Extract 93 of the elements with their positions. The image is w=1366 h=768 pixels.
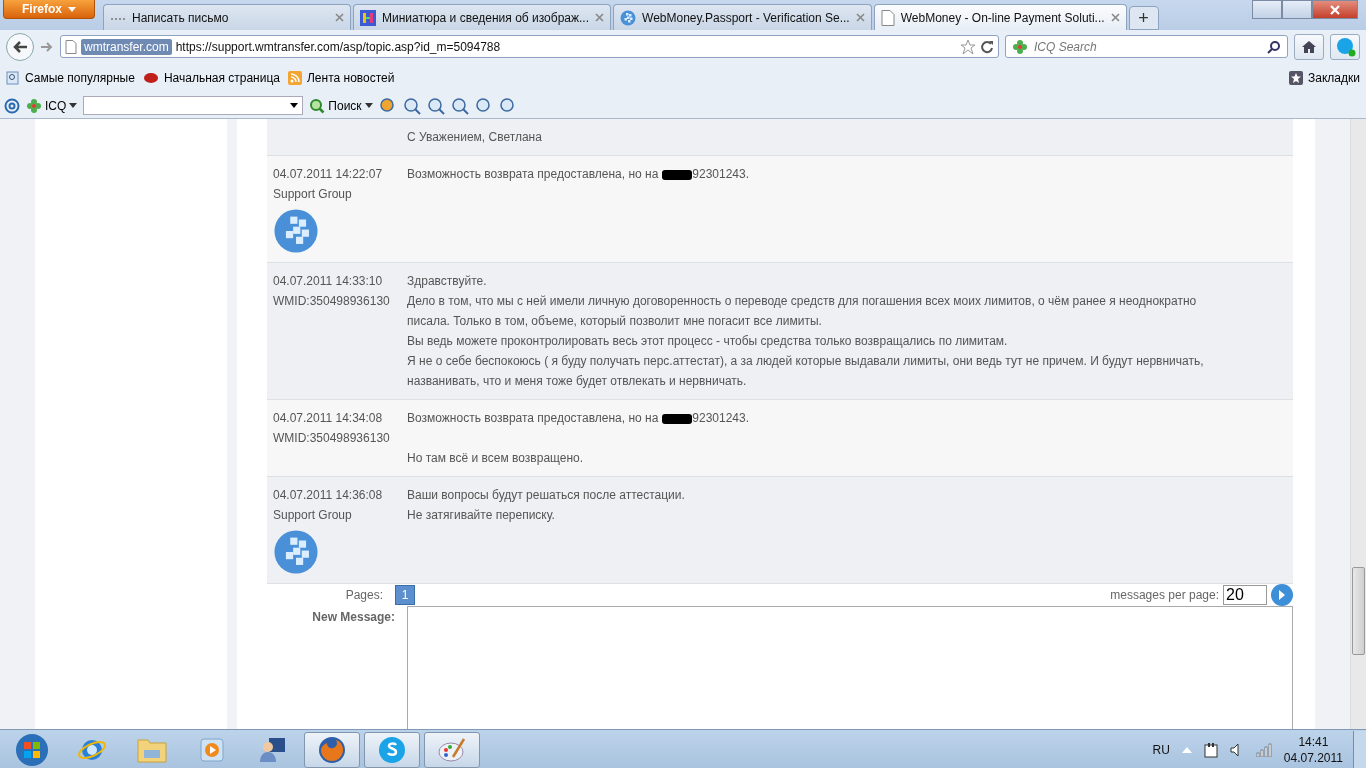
per-page-field[interactable]: 20 <box>1223 585 1267 605</box>
icq-menu[interactable]: ICQ <box>26 97 78 114</box>
close-icon[interactable] <box>595 13 605 22</box>
message-text: Возможность возврата предоставлена, но на <box>407 411 659 425</box>
windows-logo-icon[interactable] <box>15 732 49 767</box>
address-bar[interactable]: wmtransfer.com https://support.wmtransfer.com/asp/topic.asp?id_m=5094788 <box>60 35 999 58</box>
message-text: С Уважением, Светлана <box>407 129 542 146</box>
scrollbar[interactable] <box>1350 119 1366 729</box>
account-number: 92301243. <box>692 167 750 181</box>
message-author: WMID:350498936130 <box>273 430 391 447</box>
star-icon[interactable] <box>960 38 976 55</box>
maximize-button[interactable] <box>1282 0 1312 19</box>
go-button[interactable] <box>1271 584 1293 606</box>
url-text: https://support.wmtransfer.com/asp/topic.asp?id_m=5094788 <box>175 39 502 54</box>
reload-icon[interactable] <box>980 39 994 54</box>
message-author: Support Group <box>273 186 353 203</box>
message-date: 04.07.2011 14:33:10 <box>273 273 384 290</box>
skype-icon <box>377 734 407 765</box>
home-button[interactable] <box>1294 33 1324 60</box>
page-magnifier-icon <box>6 71 20 85</box>
at-sign-icon[interactable] <box>4 97 20 114</box>
new-message-label: New Message: <box>311 609 396 626</box>
message-date: 04.07.2011 14:22:07 <box>273 166 384 183</box>
caret-icon[interactable] <box>69 103 78 108</box>
clover-icon <box>26 97 42 114</box>
message-author: Support Group <box>273 507 353 524</box>
star-icon <box>1289 71 1304 85</box>
message-text: Здравствуйте. <box>407 273 488 290</box>
icq-search-field[interactable] <box>83 96 304 115</box>
search-icon[interactable] <box>1267 39 1281 54</box>
message-field[interactable] <box>407 606 1293 729</box>
arrow-left-icon[interactable] <box>12 39 28 54</box>
redaction-bar <box>662 413 693 424</box>
emblem-icon <box>142 71 159 85</box>
new-tab-button[interactable]: + <box>1128 6 1159 30</box>
taskbar-button[interactable] <box>364 731 420 768</box>
message-text: Вы ведь можете проконтролировать весь этот процесс - чтобы средства только возвращались по лимитам. <box>407 333 1009 350</box>
back-button[interactable] <box>6 32 34 61</box>
clock-time[interactable]: 14:41 <box>1298 733 1329 750</box>
bookmark-link[interactable]: Начальная страница <box>142 71 280 85</box>
clock-date[interactable]: 04.07.2011 <box>1283 749 1343 766</box>
colorful-favicon-icon <box>360 9 376 26</box>
caret-icon[interactable] <box>364 103 373 108</box>
message-text: писала. Только в том, объеме, который позволит мне погасит все лимиты. <box>407 313 823 330</box>
pages-label: Pages: <box>344 588 384 602</box>
language-indicator[interactable]: RU <box>1152 742 1170 757</box>
search-box[interactable]: ICQ Search <box>1005 35 1288 58</box>
bookmark-link[interactable]: Лента новостей <box>288 71 395 85</box>
taskbar-button[interactable] <box>304 731 360 768</box>
message-date: 04.07.2011 14:36:08 <box>273 487 384 504</box>
caret-icon[interactable] <box>290 103 299 108</box>
message-text: Но там всё и всем возвращено. <box>407 450 585 467</box>
magnifier-icon <box>309 97 326 114</box>
search-input[interactable]: ICQ Search <box>1032 38 1263 55</box>
zoom-in-icon[interactable] <box>402 96 421 115</box>
home-icon[interactable] <box>1301 39 1317 54</box>
power-plug-icon[interactable] <box>1203 741 1218 758</box>
message-text: Ваши вопросы будут решаться после аттестации. <box>407 487 685 504</box>
page-icon <box>65 39 77 54</box>
globe-icon <box>620 9 637 26</box>
message-text: названивать, что и меня тоже будет отвлекать и нервничать. <box>407 373 748 390</box>
page-icon <box>880 9 895 26</box>
zoom-out-icon[interactable] <box>450 96 469 115</box>
message-text: Не затягивайте переписку. <box>407 507 556 524</box>
close-icon[interactable] <box>335 13 344 22</box>
play-icon <box>198 735 226 764</box>
bookmarks-menu[interactable]: Закладки <box>1289 71 1360 85</box>
forward-icon[interactable] <box>40 40 54 53</box>
search-button[interactable]: Поиск <box>309 97 373 114</box>
message-text: Я не о себе беспокоюсь ( я буду получать перс.аттестат), а за людей которые выдавали лимиты, они ведь тут не причем. И будут нервничать, <box>407 353 1204 370</box>
firefox-icon <box>317 734 347 765</box>
taskbar-button[interactable] <box>424 731 480 768</box>
browser-tab[interactable]: WebMoney.Passport - Verification Se... <box>613 4 872 30</box>
per-page-label: messages per page: <box>1110 588 1219 602</box>
account-number: 92301243. <box>692 411 750 425</box>
close-icon[interactable] <box>855 13 865 22</box>
clover-icon <box>1012 38 1028 55</box>
minimize-button[interactable] <box>1252 0 1282 19</box>
message-text: Дело в том, что мы с ней имели личную договоренность о переводе средств для погашения всех моих лимитов, о чём ранее я неоднократно <box>407 293 1198 310</box>
browser-tab[interactable]: Миниатюра и сведения об изображ... <box>353 4 612 30</box>
close-icon[interactable] <box>1110 13 1120 22</box>
show-desktop-button[interactable] <box>1353 730 1366 768</box>
message-author: WMID:350498936130 <box>273 293 391 310</box>
close-button[interactable] <box>1312 0 1358 19</box>
browser-tab[interactable]: WebMoney - On-line Payment Soluti... <box>873 4 1127 30</box>
play-icon[interactable] <box>1277 589 1287 601</box>
redaction-bar <box>662 169 693 180</box>
scrollbar-thumb[interactable] <box>1352 567 1365 655</box>
rss-icon <box>288 71 302 85</box>
bookmark-link[interactable]: Самые популярные <box>6 71 135 85</box>
browser-tab[interactable]: Написать письмо <box>103 4 351 30</box>
message-text: Возможность возврата предоставлена, но на <box>407 167 659 181</box>
message-date: 04.07.2011 14:34:08 <box>273 410 384 427</box>
